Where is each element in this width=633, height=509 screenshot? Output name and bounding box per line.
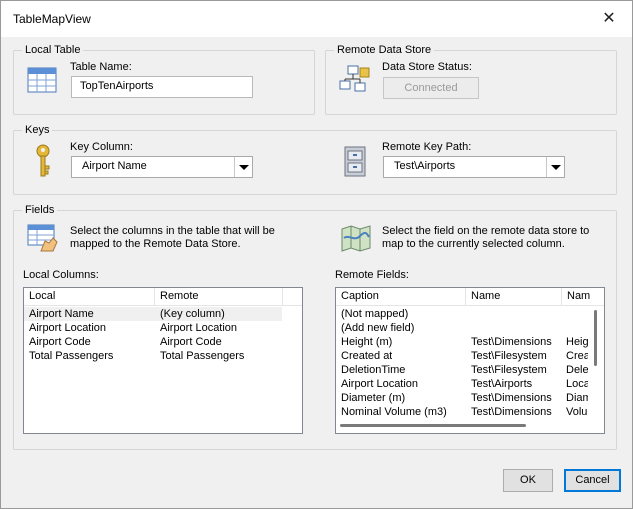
caption-cell: (Not mapped) — [341, 308, 409, 320]
connected-status-button: Connected — [383, 77, 479, 99]
key-column-label: Key Column: — [70, 141, 133, 153]
name-cell: Test\Airports — [471, 378, 533, 390]
list-item[interactable]: DeletionTime Test\Filesystem Dele — [336, 363, 604, 377]
name2-cell: Dele — [566, 364, 589, 376]
table-name-field[interactable]: TopTenAirports — [71, 76, 253, 98]
vertical-scroll-thumb[interactable] — [594, 310, 597, 366]
fields-group-label: Fields — [22, 203, 58, 217]
caption-cell: Diameter (m) — [341, 392, 406, 404]
column-header-caption[interactable]: Caption — [336, 288, 466, 305]
name2-cell: Volu — [566, 406, 588, 418]
list-item[interactable]: Created at Test\Filesystem Crea — [336, 349, 604, 363]
local-columns-header: Local Remote — [24, 288, 302, 306]
table-name-label: Table Name: — [70, 61, 132, 73]
caption-cell: Airport Location — [341, 378, 419, 390]
list-item[interactable]: Airport Location Airport Location — [24, 321, 302, 335]
remote-cell: Airport Code — [160, 336, 222, 348]
local-cell: Airport Name — [29, 308, 94, 320]
list-item[interactable]: (Not mapped) — [336, 307, 604, 321]
name2-cell: Loca — [566, 378, 590, 390]
name2-cell: Diam — [566, 392, 590, 404]
file-cabinet-icon — [344, 146, 366, 177]
name2-cell: Crea — [566, 350, 590, 362]
local-cell: Airport Location — [29, 322, 107, 334]
local-columns-label: Local Columns: — [23, 269, 99, 281]
key-column-value: Airport Name — [82, 160, 147, 172]
caption-cell: (Add new field) — [341, 322, 415, 334]
name-cell: Test\Filesystem — [471, 350, 547, 362]
local-fields-description: Select the columns in the table that wil… — [70, 225, 275, 250]
name2-cell: Heig — [566, 336, 589, 348]
column-header-local[interactable]: Local — [24, 288, 155, 305]
key-column-select[interactable]: Airport Name — [71, 156, 253, 178]
column-header-filler — [283, 288, 302, 305]
title-bar: TableMapView ✕ — [1, 1, 632, 37]
list-item[interactable]: Total Passengers Total Passengers — [24, 349, 302, 363]
map-icon — [341, 225, 371, 252]
horizontal-scroll-thumb[interactable] — [340, 424, 526, 427]
name-cell: Test\Dimensions — [471, 406, 552, 418]
remote-fields-header: Caption Name Nam — [336, 288, 604, 306]
caption-cell: DeletionTime — [341, 364, 406, 376]
caption-cell: Height (m) — [341, 336, 393, 348]
window-title: TableMapView — [13, 12, 91, 26]
remote-fields-description: Select the field on the remote data stor… — [382, 225, 590, 250]
remote-fields-list[interactable]: Caption Name Nam (Not mapped) (Add new f… — [335, 287, 605, 434]
list-item[interactable]: (Add new field) — [336, 321, 604, 335]
local-table-group-label: Local Table — [22, 43, 84, 57]
column-header-name-2[interactable]: Nam — [562, 288, 604, 305]
ok-button[interactable]: OK — [503, 469, 553, 492]
caption-cell: Created at — [341, 350, 393, 362]
caption-cell: Nominal Volume (m3) — [341, 406, 447, 418]
remote-cell: (Key column) — [160, 308, 225, 320]
table-hand-icon — [27, 224, 58, 252]
remote-key-path-label: Remote Key Path: — [382, 141, 472, 153]
column-header-name[interactable]: Name — [466, 288, 562, 305]
vertical-scrollbar[interactable] — [588, 306, 604, 418]
key-icon — [36, 144, 50, 177]
table-map-view-dialog: TableMapView ✕ Local Table Table Name: T… — [0, 0, 633, 509]
remote-fields-label: Remote Fields: — [335, 269, 409, 281]
remote-key-path-select[interactable]: Test\Airports — [383, 156, 565, 178]
cancel-button[interactable]: Cancel — [564, 469, 621, 492]
list-item[interactable]: Diameter (m) Test\Dimensions Diam — [336, 391, 604, 405]
remote-key-path-value: Test\Airports — [394, 160, 456, 172]
list-item[interactable]: Height (m) Test\Dimensions Heig — [336, 335, 604, 349]
column-header-remote[interactable]: Remote — [155, 288, 283, 305]
keys-group-label: Keys — [22, 123, 53, 137]
local-cell: Total Passengers — [29, 350, 114, 362]
chevron-down-icon[interactable] — [234, 157, 252, 177]
list-item[interactable]: Airport Code Airport Code — [24, 335, 302, 349]
local-cell: Airport Code — [29, 336, 91, 348]
table-grid-icon — [27, 67, 57, 93]
name-cell: Test\Dimensions — [471, 336, 552, 348]
close-icon[interactable]: ✕ — [586, 1, 632, 37]
list-item[interactable]: Airport Location Test\Airports Loca — [336, 377, 604, 391]
name-cell: Test\Dimensions — [471, 392, 552, 404]
name-cell: Test\Filesystem — [471, 364, 547, 376]
chevron-down-icon[interactable] — [546, 157, 564, 177]
remote-data-store-group-label: Remote Data Store — [334, 43, 435, 57]
local-columns-list[interactable]: Local Remote Airport Name (Key column) A… — [23, 287, 303, 434]
list-item[interactable]: Nominal Volume (m3) Test\Dimensions Volu — [336, 405, 604, 419]
data-store-status-label: Data Store Status: — [382, 61, 472, 73]
remote-cell: Airport Location — [160, 322, 238, 334]
remote-cell: Total Passengers — [160, 350, 245, 362]
network-diagram-icon — [339, 65, 370, 92]
list-item[interactable]: Airport Name (Key column) — [24, 307, 282, 321]
